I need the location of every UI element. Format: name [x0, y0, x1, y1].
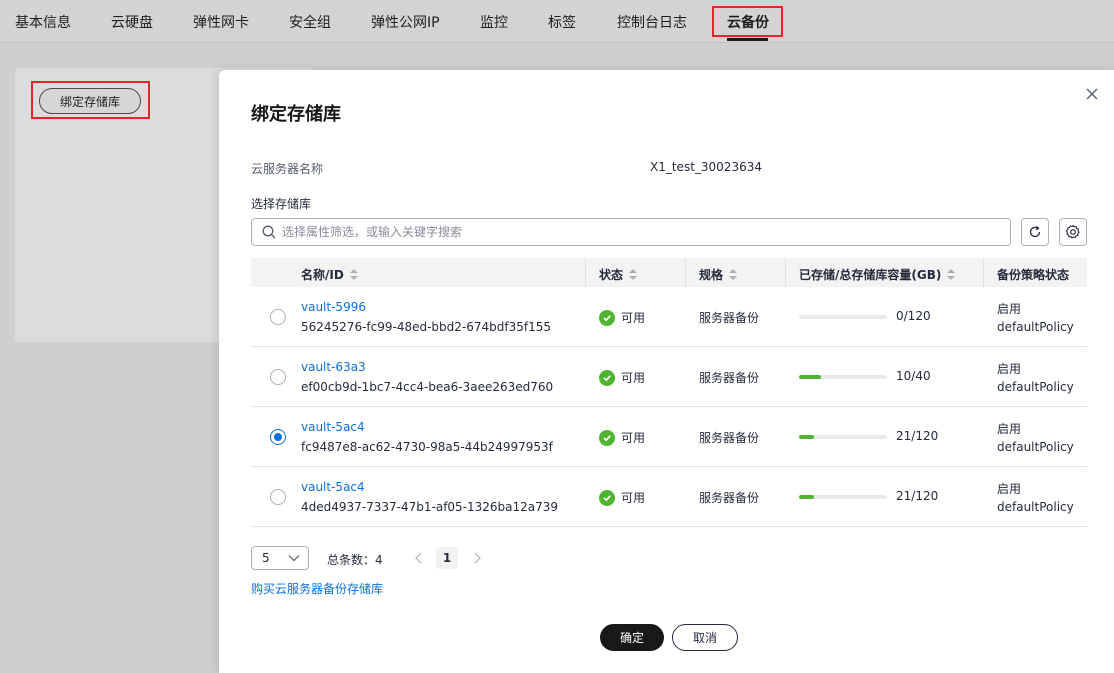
status-cell: 可用 [599, 429, 645, 446]
gear-icon [1065, 224, 1080, 239]
server-name-label: 云服务器名称 [251, 162, 324, 176]
status-cell: 可用 [599, 369, 645, 386]
sort-icon[interactable] [729, 269, 738, 280]
policy-name: defaultPolicy [997, 380, 1074, 394]
vault-name-link[interactable]: vault-5ac4 [301, 480, 365, 494]
policy-state: 启用 [997, 302, 1022, 316]
search-input[interactable] [282, 225, 982, 239]
vault-id: 4ded4937-7337-47b1-af05-1326ba12a739 [301, 500, 559, 514]
active-tab-indicator [727, 38, 768, 41]
status-cell: 可用 [599, 309, 645, 326]
column-header-name[interactable]: 名称/ID [301, 266, 358, 283]
policy-state: 启用 [997, 362, 1022, 376]
vault-name-link[interactable]: vault-5996 [301, 300, 366, 314]
chevron-left-icon[interactable] [413, 551, 425, 565]
capacity-text: 10/40 [896, 369, 931, 383]
column-header-spec[interactable]: 规格 [699, 266, 738, 283]
capacity-bar-fill [799, 435, 815, 439]
check-circle-icon [599, 369, 615, 386]
tab-cloud-disk[interactable]: 云硬盘 [111, 12, 153, 32]
confirm-button[interactable]: 确定 [600, 624, 664, 651]
dialog-title: 绑定存储库 [251, 104, 341, 125]
tab-tags[interactable]: 标签 [548, 12, 576, 32]
vault-id: 56245276-fc99-48ed-bbd2-674bdf35f155 [301, 320, 552, 334]
bind-vault-dialog: 绑定存储库 云服务器名称 X1_test_30023634 选择存储库 名称/I… [219, 70, 1114, 673]
policy-state: 启用 [997, 422, 1022, 436]
status-cell: 可用 [599, 489, 645, 506]
sort-icon[interactable] [349, 269, 358, 280]
capacity-bar [799, 495, 887, 499]
capacity-bar [799, 435, 887, 439]
refresh-icon [1029, 226, 1041, 238]
capacity-text: 21/120 [896, 429, 939, 443]
row-radio[interactable] [270, 489, 286, 505]
detail-tab-bar: 基本信息 云硬盘 弹性网卡 安全组 弹性公网IP 监控 标签 控制台日志 云备份 [0, 0, 1114, 43]
page-size-select[interactable]: 5 [251, 546, 309, 570]
close-icon[interactable] [1084, 86, 1100, 102]
status-text: 可用 [621, 431, 646, 445]
server-name-value: X1_test_30023634 [650, 160, 762, 174]
column-header-capacity[interactable]: 已存储/总存储库容量(GB) [799, 266, 956, 283]
status-text: 可用 [621, 371, 646, 385]
tab-security-group[interactable]: 安全组 [289, 12, 331, 32]
row-radio[interactable] [270, 369, 286, 385]
capacity-bar [799, 375, 887, 379]
vault-name-link[interactable]: vault-5ac4 [301, 420, 365, 434]
spec-cell: 服务器备份 [699, 431, 760, 445]
spec-cell: 服务器备份 [699, 371, 760, 385]
policy-state: 启用 [997, 482, 1022, 496]
chevron-right-icon[interactable] [471, 551, 483, 565]
cancel-button[interactable]: 取消 [672, 624, 738, 651]
check-circle-icon [599, 429, 615, 446]
tab-console-log[interactable]: 控制台日志 [617, 12, 687, 32]
sort-icon[interactable] [947, 269, 956, 280]
table-row[interactable]: vault-5996 56245276-fc99-48ed-bbd2-674bd… [251, 287, 1087, 347]
highlight-box-bind-button [31, 81, 150, 119]
policy-name: defaultPolicy [997, 440, 1074, 454]
status-text: 可用 [621, 491, 646, 505]
settings-button[interactable] [1059, 218, 1087, 246]
page-size-value: 5 [262, 551, 270, 565]
search-icon [262, 225, 276, 239]
spec-cell: 服务器备份 [699, 491, 760, 505]
row-radio[interactable] [270, 429, 286, 445]
tab-basic-info[interactable]: 基本信息 [15, 12, 71, 32]
capacity-text: 0/120 [896, 309, 931, 323]
capacity-bar-fill [799, 495, 815, 499]
chevron-down-icon [288, 555, 300, 562]
refresh-button[interactable] [1021, 218, 1049, 246]
vault-name-link[interactable]: vault-63a3 [301, 360, 366, 374]
capacity-text: 21/120 [896, 489, 939, 503]
column-header-status[interactable]: 状态 [599, 266, 638, 283]
tab-elastic-ip[interactable]: 弹性公网IP [371, 12, 440, 32]
vault-id: fc9487e8-ac62-4730-98a5-44b24997953f [301, 440, 553, 454]
table-row[interactable]: vault-5ac4 4ded4937-7337-47b1-af05-1326b… [251, 467, 1087, 527]
select-vault-label: 选择存储库 [251, 197, 312, 211]
check-circle-icon [599, 489, 615, 506]
buy-vault-link[interactable]: 购买云服务器备份存储库 [251, 580, 383, 597]
capacity-bar [799, 315, 887, 319]
table-row[interactable]: vault-63a3 ef00cb9d-1bc7-4cc4-bea6-3aee2… [251, 347, 1087, 407]
capacity-bar-fill [799, 375, 821, 379]
table-row[interactable]: vault-5ac4 fc9487e8-ac62-4730-98a5-44b24… [251, 407, 1087, 467]
sort-icon[interactable] [629, 269, 638, 280]
check-circle-icon [599, 309, 615, 326]
policy-name: defaultPolicy [997, 500, 1074, 514]
spec-cell: 服务器备份 [699, 311, 760, 325]
status-text: 可用 [621, 311, 646, 325]
vault-id: ef00cb9d-1bc7-4cc4-bea6-3aee263ed760 [301, 380, 554, 394]
tab-elastic-nic[interactable]: 弹性网卡 [193, 12, 249, 32]
total-count: 总条数：4 [327, 553, 383, 567]
highlight-box-cloud-backup-tab [712, 6, 783, 37]
tab-monitoring[interactable]: 监控 [480, 12, 508, 32]
search-box[interactable] [251, 218, 1011, 246]
table-header: 名称/ID 状态 规格 已存储/总存储库容量(GB) 备份策略状态 [251, 258, 1087, 287]
policy-name: defaultPolicy [997, 320, 1074, 334]
row-radio[interactable] [270, 309, 286, 325]
column-header-policy: 备份策略状态 [997, 268, 1070, 282]
page-number-current[interactable]: 1 [436, 547, 458, 569]
